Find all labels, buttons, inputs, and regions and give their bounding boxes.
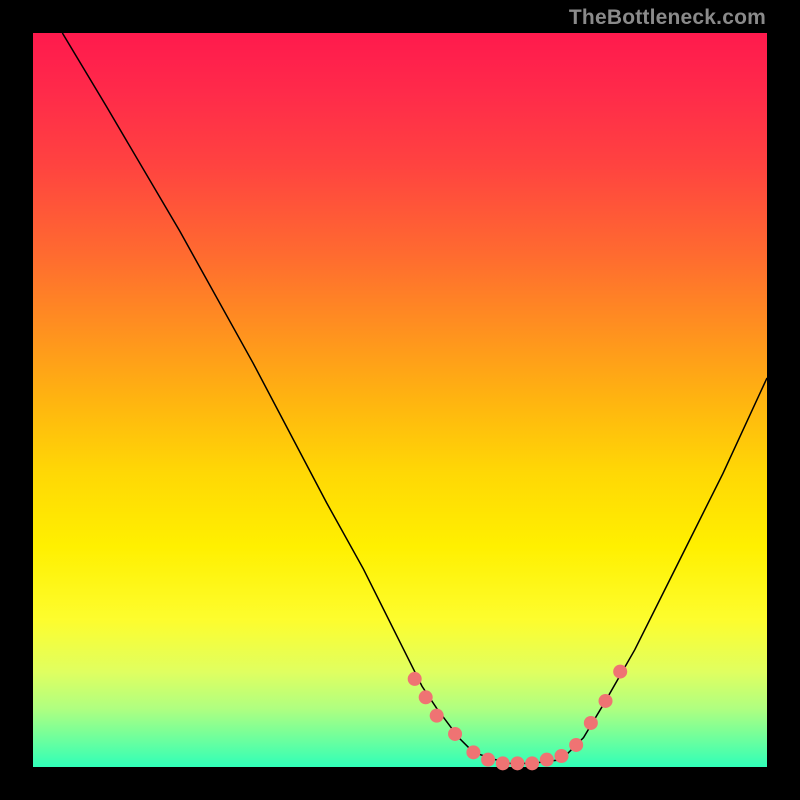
chart-dot <box>448 727 462 741</box>
bottleneck-chart <box>33 33 767 767</box>
chart-dot <box>554 749 568 763</box>
chart-dot <box>613 665 627 679</box>
chart-dot <box>419 690 433 704</box>
chart-dot <box>408 672 422 686</box>
chart-dot <box>510 756 524 770</box>
chart-dot <box>540 753 554 767</box>
chart-dot <box>599 694 613 708</box>
chart-dot <box>466 745 480 759</box>
chart-dot <box>496 756 510 770</box>
chart-dot <box>481 753 495 767</box>
chart-dot <box>569 738 583 752</box>
chart-dot <box>430 709 444 723</box>
chart-curve <box>62 33 767 763</box>
chart-dots <box>408 665 628 771</box>
chart-dot <box>584 716 598 730</box>
chart-dot <box>525 756 539 770</box>
watermark-text: TheBottleneck.com <box>569 6 766 30</box>
